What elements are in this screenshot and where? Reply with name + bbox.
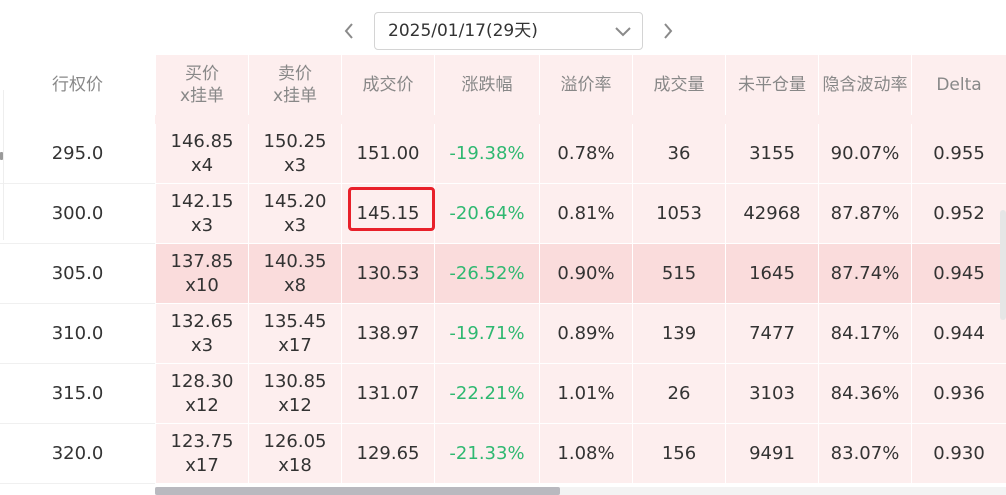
vertical-scrollbar-thumb[interactable] [1000,210,1006,320]
table-row[interactable]: 315.0 128.30 x12 130.85 x12 131.07 -22.21%… [0,364,1006,424]
expiry-date-select[interactable]: 2025/01/17(29天) [374,12,643,50]
implied-volatility-cell: 84.17% [818,304,911,364]
column-header-bid[interactable]: 买价 x挂单 [155,55,248,115]
premium-cell: 0.81% [539,184,632,244]
implied-volatility-cell: 84.36% [818,364,911,424]
last-price-cell: 129.65 [341,424,434,484]
ask-cell[interactable]: 135.45 x17 [248,304,341,364]
selection-highlight-box [348,187,435,231]
last-price-cell: 138.97 [341,304,434,364]
bid-cell[interactable]: 137.85 x10 [155,244,248,304]
option-chain-header: 行权价 买价 x挂单 卖价 x挂单 成交价 涨跌幅 溢价率 成交量 未平仓量 隐… [0,55,1006,115]
delta-cell: 0.955 [911,124,1006,184]
ask-cell[interactable]: 150.25 x3 [248,124,341,184]
bid-cell[interactable]: 132.65 x3 [155,304,248,364]
open-interest-cell: 7477 [725,304,818,364]
open-interest-cell: 3155 [725,124,818,184]
change-cell: -22.21% [434,364,539,424]
premium-cell: 0.89% [539,304,632,364]
table-row[interactable]: 320.0 123.75 x17 126.05 x18 129.65 -21.33%… [0,424,1006,484]
implied-volatility-cell: 87.87% [818,184,911,244]
open-interest-cell: 1645 [725,244,818,304]
premium-cell: 0.90% [539,244,632,304]
strike-cell: 315.0 [0,364,155,424]
column-header-open-interest[interactable]: 未平仓量 [725,55,818,115]
volume-cell: 1053 [632,184,725,244]
bid-cell[interactable]: 128.30 x12 [155,364,248,424]
column-header-ask[interactable]: 卖价 x挂单 [248,55,341,115]
delta-cell: 0.944 [911,304,1006,364]
change-cell: -20.64% [434,184,539,244]
expiry-date-value: 2025/01/17(29天) [388,21,538,41]
last-price-cell: 130.53 [341,244,434,304]
volume-cell: 139 [632,304,725,364]
ask-cell[interactable]: 130.85 x12 [248,364,341,424]
volume-cell: 26 [632,364,725,424]
strike-cell: 300.0 [0,184,155,244]
prev-expiry-button[interactable] [336,18,362,44]
column-header-last-price[interactable]: 成交价 [341,55,434,115]
change-cell: -19.38% [434,124,539,184]
strike-cell: 310.0 [0,304,155,364]
ask-cell[interactable]: 140.35 x8 [248,244,341,304]
horizontal-scrollbar-thumb[interactable] [155,487,560,495]
left-panel-handle[interactable] [0,152,3,160]
open-interest-cell: 9491 [725,424,818,484]
bid-cell[interactable]: 146.85 x4 [155,124,248,184]
premium-cell: 1.08% [539,424,632,484]
implied-volatility-cell: 87.74% [818,244,911,304]
strike-cell: 320.0 [0,424,155,484]
table-row[interactable]: 305.0 137.85 x10 140.35 x8 130.53 -26.52% … [0,244,1006,304]
option-chain-page: 2025/01/17(29天) 行权价 买价 x挂单 卖价 x挂单 成交价 涨跌… [0,0,1006,495]
change-cell: -21.33% [434,424,539,484]
bid-cell[interactable]: 142.15 x3 [155,184,248,244]
last-price-cell-selected[interactable]: 145.15 [341,184,435,244]
column-header-change[interactable]: 涨跌幅 [434,55,539,115]
chevron-left-icon [344,23,353,39]
column-header-implied-volatility[interactable]: 隐含波动率 [818,55,911,115]
change-cell: -19.71% [434,304,539,364]
column-header-strike[interactable]: 行权价 [0,55,155,115]
chevron-right-icon [664,23,673,39]
table-row[interactable]: 295.0 146.85 x4 150.25 x3 151.00 -19.38% 0… [0,124,1006,184]
delta-cell: 0.945 [911,244,1006,304]
open-interest-cell: 3103 [725,364,818,424]
delta-cell: 0.952 [911,184,1006,244]
column-header-delta[interactable]: Delta [911,55,1006,115]
ask-cell[interactable]: 126.05 x18 [248,424,341,484]
strike-cell: 305.0 [0,244,155,304]
last-price-cell: 131.07 [341,364,434,424]
bid-cell[interactable]: 123.75 x17 [155,424,248,484]
strike-cell: 295.0 [0,124,155,184]
expiry-date-navigator: 2025/01/17(29天) [0,0,1006,60]
premium-cell: 1.01% [539,364,632,424]
header-separator [0,115,1006,124]
volume-cell: 36 [632,124,725,184]
volume-cell: 156 [632,424,725,484]
implied-volatility-cell: 90.07% [818,124,911,184]
ask-cell[interactable]: 145.20 x3 [248,184,341,244]
next-expiry-button[interactable] [655,18,681,44]
column-header-premium[interactable]: 溢价率 [539,55,632,115]
premium-cell: 0.78% [539,124,632,184]
implied-volatility-cell: 83.07% [818,424,911,484]
table-row[interactable]: 300.0 142.15 x3 145.20 x3 145.15 -20.64% 0… [0,184,1006,244]
open-interest-cell: 42968 [725,184,818,244]
column-header-volume[interactable]: 成交量 [632,55,725,115]
last-price-cell: 151.00 [341,124,434,184]
table-row[interactable]: 310.0 132.65 x3 135.45 x17 138.97 -19.71% … [0,304,1006,364]
volume-cell: 515 [632,244,725,304]
delta-cell: 0.930 [911,424,1006,484]
option-chain-rows: 295.0 146.85 x4 150.25 x3 151.00 -19.38% 0… [0,124,1006,484]
delta-cell: 0.936 [911,364,1006,424]
chevron-down-icon [615,27,631,37]
left-panel-divider [3,90,4,240]
change-cell: -26.52% [434,244,539,304]
